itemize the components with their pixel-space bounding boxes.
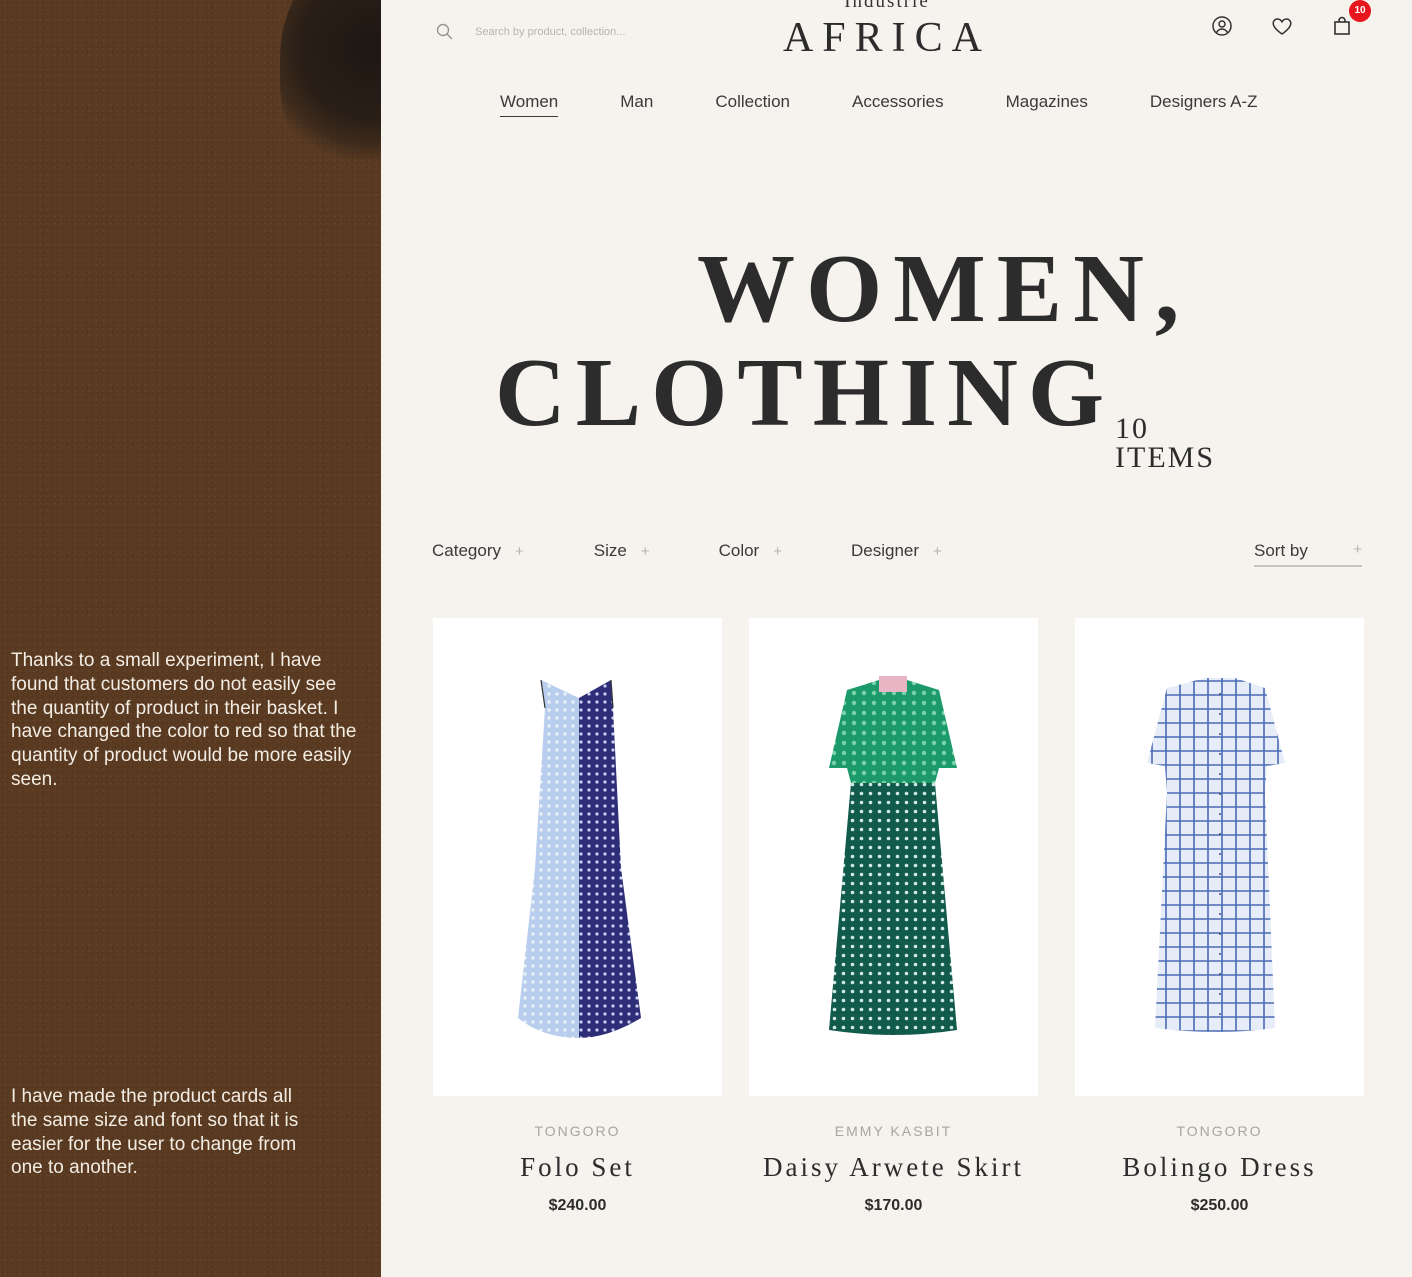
filter-label: Color [718,541,760,560]
filter-bar: Category + Size + Color + Designer + [432,541,942,561]
nav-item-collection[interactable]: Collection [715,92,790,117]
product-price: $170.00 [864,1197,923,1214]
shop-page: Industrie AFRICA 10 Women Man Collection… [381,0,1412,1277]
brand-top-word: Industrie [844,0,930,12]
product-card[interactable]: TONGORO Folo Set $240.00 [433,618,722,1215]
cart-button[interactable]: 10 [1330,0,1371,38]
annotation-note-cards: I have made the product cards all the sa… [11,1086,299,1179]
plus-icon: + [514,542,524,560]
nav-item-magazines[interactable]: Magazines [1006,92,1088,117]
account-icon[interactable] [1210,14,1234,38]
product-image[interactable] [433,618,722,1096]
filter-label: Size [593,541,627,560]
product-image[interactable] [1075,618,1364,1096]
nav-item-accessories[interactable]: Accessories [852,92,944,117]
filter-size[interactable]: Size + [594,541,650,561]
product-image[interactable] [749,618,1038,1096]
product-designer: EMMY KASBIT [834,1123,953,1139]
wishlist-heart-icon[interactable] [1270,14,1294,38]
filter-designer[interactable]: Designer + [851,541,942,561]
item-count-label: ITEMS [1115,441,1215,474]
product-price: $240.00 [548,1197,607,1214]
page-title-line1: WOMEN, [697,235,1191,343]
plus-icon: + [640,542,650,560]
sort-label: Sort by [1254,541,1308,560]
filter-label: Designer [850,541,920,560]
sort-dropdown[interactable]: Sort by + [1254,541,1362,567]
nav-item-man[interactable]: Man [620,92,653,117]
item-count: 10 ITEMS [1115,412,1215,474]
plus-icon: + [1353,541,1362,558]
header-icons: 10 [1210,0,1371,38]
nav-item-designers[interactable]: Designers A-Z [1150,92,1258,117]
main-nav: Women Man Collection Accessories Magazin… [500,92,1258,117]
item-count-number: 10 [1115,412,1149,445]
page-title-line2: CLOTHING [495,339,1115,447]
plus-icon: + [933,542,942,560]
filter-category[interactable]: Category + [432,541,524,561]
product-designer: TONGORO [534,1123,621,1139]
annotation-note-badge: Thanks to a small experiment, I have fou… [11,650,357,790]
product-name[interactable]: Bolingo Dress [1075,1152,1364,1183]
product-card[interactable]: TONGORO Bolingo Dress $250.00 [1075,618,1364,1215]
nav-item-women[interactable]: Women [500,92,559,117]
filter-color[interactable]: Color + [719,541,782,561]
product-card[interactable]: EMMY KASBIT Daisy Arwete Skirt $170.00 [749,618,1038,1215]
cart-count-badge: 10 [1349,0,1371,22]
product-name[interactable]: Daisy Arwete Skirt [749,1152,1038,1183]
annotation-panel: Thanks to a small experiment, I have fou… [0,0,381,1277]
product-name[interactable]: Folo Set [433,1152,722,1183]
product-designer: TONGORO [1176,1123,1263,1139]
hair-photo-fragment [280,0,381,180]
plus-icon: + [773,542,782,560]
product-price: $250.00 [1190,1197,1249,1214]
filter-label: Category [432,541,501,560]
